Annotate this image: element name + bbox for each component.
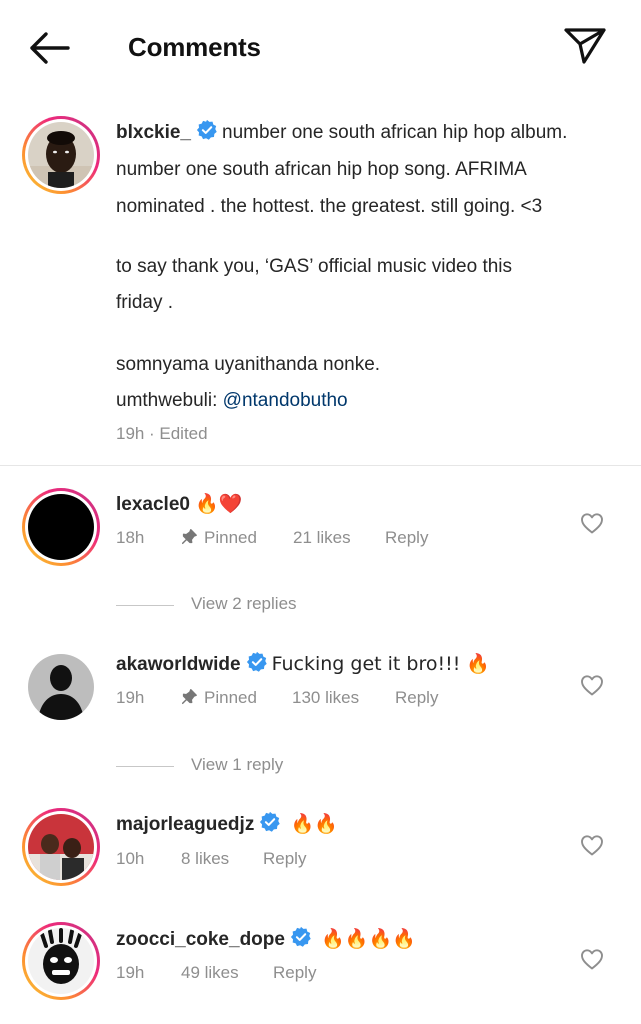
- pinned-label: Pinned: [204, 688, 257, 707]
- caption-line-5: friday .: [116, 292, 174, 313]
- comment-likes[interactable]: 130 likes: [292, 688, 359, 708]
- caption-line-7: umthwebuli: @ntandobutho: [116, 382, 348, 419]
- caption-time: 19h: [116, 424, 145, 443]
- comment-time: 19h: [116, 963, 145, 982]
- caption-text: number one south african hip hop album.: [222, 122, 568, 143]
- avatar-image: [28, 928, 94, 994]
- comment-text: 🔥🔥🔥🔥: [321, 928, 416, 950]
- comment-meta: 19h 49 likes Reply: [116, 963, 536, 985]
- reply-button[interactable]: Reply: [263, 849, 306, 869]
- caption-meta: 19h · Edited: [116, 424, 316, 446]
- mention-link[interactable]: @ntandobutho: [223, 390, 348, 411]
- caption-line-3: nominated . the hottest. the greatest. s…: [116, 196, 543, 217]
- view-replies-button[interactable]: View 2 replies: [116, 594, 356, 618]
- comment-time: 18h: [116, 528, 145, 547]
- comment-avatar-akaworldwide[interactable]: [28, 654, 94, 720]
- comment-row-akaworldwide: akaworldwide Fucking get it bro!!! 🔥: [116, 646, 490, 683]
- comment-username[interactable]: majorleaguedjz: [116, 814, 254, 835]
- pinned-indicator: Pinned: [180, 528, 257, 548]
- comment-username[interactable]: lexacle0: [116, 494, 190, 515]
- comment-row-lexacle0: lexacle0 🔥❤️: [116, 486, 243, 523]
- comment-meta: 10h 8 likes Reply: [116, 849, 536, 871]
- comment-row-majorleaguedjz: majorleaguedjz 🔥🔥: [116, 806, 338, 843]
- pin-icon: [181, 689, 197, 705]
- verified-badge-icon: [290, 926, 311, 947]
- reply-button[interactable]: Reply: [273, 963, 316, 983]
- comment-avatar-zoocci-coke-dope[interactable]: [22, 922, 100, 1000]
- comment-text: 🔥🔥: [290, 813, 338, 835]
- comment-text: 🔥❤️: [195, 493, 243, 515]
- header-bar: Comments: [0, 0, 641, 96]
- comment-time: 19h: [116, 688, 145, 707]
- comment-likes[interactable]: 8 likes: [181, 849, 229, 869]
- avatar-image: [28, 654, 94, 720]
- comment-likes[interactable]: 49 likes: [181, 963, 239, 983]
- comment-time: 10h: [116, 849, 145, 868]
- reply-divider-line: [116, 605, 174, 606]
- comment-row-zoocci-coke-dope: zoocci_coke_dope 🔥🔥🔥🔥: [116, 921, 416, 958]
- view-replies-button[interactable]: View 1 reply: [116, 755, 356, 779]
- page-title: Comments: [128, 32, 261, 62]
- verified-badge-icon: [260, 811, 281, 832]
- caption-line-2: number one south african hip hop song. A…: [116, 159, 527, 180]
- back-button[interactable]: [26, 28, 74, 68]
- comment-avatar-lexacle0[interactable]: [22, 488, 100, 566]
- comment-meta: 19h Pinned 130 likes Reply: [116, 688, 536, 710]
- reply-button[interactable]: Reply: [395, 688, 438, 708]
- caption-avatar[interactable]: [22, 116, 100, 194]
- pinned-label: Pinned: [204, 528, 257, 547]
- caption-credit: umthwebuli:: [116, 390, 223, 411]
- heart-outline-icon[interactable]: [580, 834, 604, 856]
- caption-username[interactable]: blxckie_: [116, 122, 191, 143]
- verified-badge-icon: [196, 119, 217, 140]
- reply-divider-line: [116, 766, 174, 767]
- caption-line-1: blxckie_ number one south african hip hop…: [116, 114, 626, 151]
- caption-line-4: to say thank you, ‘GAS’ official music v…: [116, 256, 513, 277]
- view-replies-label: View 1 reply: [191, 755, 284, 774]
- reply-button[interactable]: Reply: [385, 528, 428, 548]
- pinned-indicator: Pinned: [180, 688, 257, 708]
- arrow-left-icon: [30, 32, 70, 64]
- view-replies-label: View 2 replies: [191, 594, 297, 613]
- heart-outline-icon[interactable]: [580, 512, 604, 534]
- avatar-image: [28, 494, 94, 560]
- comment-likes[interactable]: 21 likes: [293, 528, 351, 548]
- comment-text: Fucking get it bro!!! 🔥: [271, 653, 491, 675]
- comment-username[interactable]: zoocci_coke_dope: [116, 929, 285, 950]
- verified-badge-icon: [246, 651, 267, 672]
- comment-avatar-majorleaguedjz[interactable]: [22, 808, 100, 886]
- comment-meta: 18h Pinned 21 likes Reply: [116, 528, 536, 550]
- heart-outline-icon[interactable]: [580, 674, 604, 696]
- divider: [0, 465, 641, 466]
- avatar-image: [28, 122, 94, 188]
- caption-line-6: somnyama uyanithanda nonke.: [116, 354, 381, 375]
- avatar-image: [28, 814, 94, 880]
- paper-plane-icon: [564, 28, 606, 64]
- share-button[interactable]: [560, 22, 610, 68]
- heart-outline-icon[interactable]: [580, 948, 604, 970]
- comment-username[interactable]: akaworldwide: [116, 654, 241, 675]
- pin-icon: [181, 529, 197, 545]
- caption-edited: · Edited: [149, 424, 208, 443]
